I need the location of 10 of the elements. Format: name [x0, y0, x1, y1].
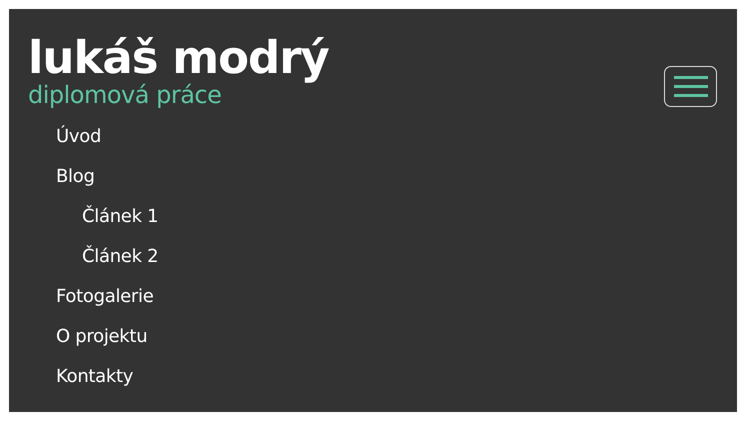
menu-link[interactable]: Článek 1 — [82, 197, 158, 237]
menu-link[interactable]: Fotogalerie — [56, 277, 154, 317]
menu-link[interactable]: Kontakty — [56, 357, 134, 397]
menu-link[interactable]: Blog — [56, 157, 95, 197]
site-title: lukáš modrý — [28, 35, 329, 81]
menu-link[interactable]: Článek 2 — [82, 237, 158, 277]
menu-button[interactable] — [664, 66, 717, 107]
site-subtitle: diplomová práce — [28, 81, 222, 109]
menu-link[interactable]: Úvod — [56, 117, 102, 157]
menu-link[interactable]: O projektu — [56, 317, 148, 357]
